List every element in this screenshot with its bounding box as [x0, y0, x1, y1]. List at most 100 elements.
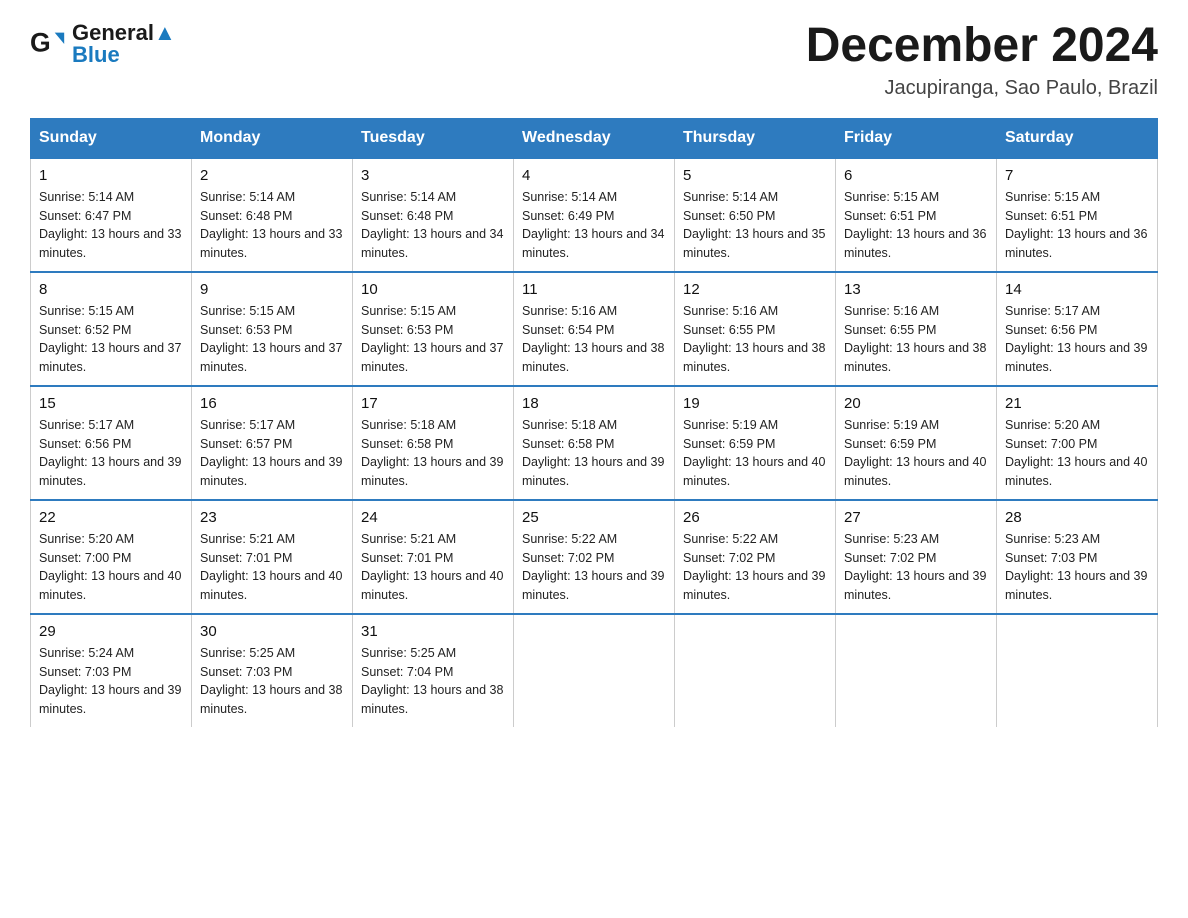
- day-number: 1: [39, 167, 183, 184]
- day-info: Sunrise: 5:15 AMSunset: 6:53 PMDaylight:…: [200, 302, 344, 377]
- calendar-cell: 13 Sunrise: 5:16 AMSunset: 6:55 PMDayligh…: [836, 272, 997, 386]
- day-number: 24: [361, 509, 505, 526]
- day-number: 23: [200, 509, 344, 526]
- calendar-cell: 21 Sunrise: 5:20 AMSunset: 7:00 PMDayligh…: [997, 386, 1158, 500]
- calendar-cell: 31Sunrise: 5:25 AMSunset: 7:04 PMDayligh…: [353, 614, 514, 727]
- logo: G General▲ Blue: [30, 20, 176, 68]
- calendar-cell: 17 Sunrise: 5:18 AMSunset: 6:58 PMDayligh…: [353, 386, 514, 500]
- calendar-week-5: 29 Sunrise: 5:24 AMSunset: 7:03 PMDayligh…: [31, 614, 1158, 727]
- calendar-week-1: 1 Sunrise: 5:14 AMSunset: 6:47 PMDaylight…: [31, 158, 1158, 272]
- day-info: Sunrise: 5:14 AMSunset: 6:48 PMDaylight:…: [200, 188, 344, 263]
- day-info: Sunrise: 5:15 AMSunset: 6:52 PMDaylight:…: [39, 302, 183, 377]
- day-number: 6: [844, 167, 988, 184]
- day-number: 8: [39, 281, 183, 298]
- calendar-cell: 7 Sunrise: 5:15 AMSunset: 6:51 PMDaylight…: [997, 158, 1158, 272]
- day-number: 2: [200, 167, 344, 184]
- day-info: Sunrise: 5:15 AMSunset: 6:51 PMDaylight:…: [844, 188, 988, 263]
- col-header-thursday: Thursday: [675, 118, 836, 158]
- day-info: Sunrise: 5:18 AMSunset: 6:58 PMDaylight:…: [361, 416, 505, 491]
- calendar-table: SundayMondayTuesdayWednesdayThursdayFrid…: [30, 118, 1158, 727]
- col-header-friday: Friday: [836, 118, 997, 158]
- calendar-week-4: 22 Sunrise: 5:20 AMSunset: 7:00 PMDayligh…: [31, 500, 1158, 614]
- day-info: Sunrise: 5:14 AMSunset: 6:48 PMDaylight:…: [361, 188, 505, 263]
- day-number: 10: [361, 281, 505, 298]
- calendar-cell: 5Sunrise: 5:14 AMSunset: 6:50 PMDaylight…: [675, 158, 836, 272]
- day-number: 26: [683, 509, 827, 526]
- day-number: 22: [39, 509, 183, 526]
- day-number: 19: [683, 395, 827, 412]
- day-number: 13: [844, 281, 988, 298]
- day-info: Sunrise: 5:20 AMSunset: 7:00 PMDaylight:…: [1005, 416, 1149, 491]
- col-header-sunday: Sunday: [31, 118, 192, 158]
- day-info: Sunrise: 5:16 AMSunset: 6:54 PMDaylight:…: [522, 302, 666, 377]
- calendar-cell: 3Sunrise: 5:14 AMSunset: 6:48 PMDaylight…: [353, 158, 514, 272]
- calendar-cell: 12 Sunrise: 5:16 AMSunset: 6:55 PMDayligh…: [675, 272, 836, 386]
- calendar-cell: 9 Sunrise: 5:15 AMSunset: 6:53 PMDaylight…: [192, 272, 353, 386]
- day-number: 12: [683, 281, 827, 298]
- day-info: Sunrise: 5:16 AMSunset: 6:55 PMDaylight:…: [683, 302, 827, 377]
- calendar-cell: 28Sunrise: 5:23 AMSunset: 7:03 PMDayligh…: [997, 500, 1158, 614]
- calendar-cell: 2 Sunrise: 5:14 AMSunset: 6:48 PMDaylight…: [192, 158, 353, 272]
- calendar-week-2: 8 Sunrise: 5:15 AMSunset: 6:52 PMDaylight…: [31, 272, 1158, 386]
- calendar-cell: [997, 614, 1158, 727]
- svg-text:G: G: [30, 28, 51, 58]
- calendar-cell: 1 Sunrise: 5:14 AMSunset: 6:47 PMDaylight…: [31, 158, 192, 272]
- calendar-cell: [836, 614, 997, 727]
- calendar-cell: 18 Sunrise: 5:18 AMSunset: 6:58 PMDayligh…: [514, 386, 675, 500]
- day-number: 31: [361, 623, 505, 640]
- day-number: 15: [39, 395, 183, 412]
- day-info: Sunrise: 5:16 AMSunset: 6:55 PMDaylight:…: [844, 302, 988, 377]
- calendar-cell: 19 Sunrise: 5:19 AMSunset: 6:59 PMDayligh…: [675, 386, 836, 500]
- month-title: December 2024: [806, 20, 1158, 73]
- col-header-tuesday: Tuesday: [353, 118, 514, 158]
- day-info: Sunrise: 5:23 AMSunset: 7:02 PMDaylight:…: [844, 530, 988, 605]
- calendar-cell: 11Sunrise: 5:16 AMSunset: 6:54 PMDayligh…: [514, 272, 675, 386]
- page-header: G General▲ Blue December 2024 Jacupirang…: [30, 20, 1158, 100]
- day-info: Sunrise: 5:21 AMSunset: 7:01 PMDaylight:…: [200, 530, 344, 605]
- day-number: 30: [200, 623, 344, 640]
- day-info: Sunrise: 5:15 AMSunset: 6:53 PMDaylight:…: [361, 302, 505, 377]
- day-info: Sunrise: 5:22 AMSunset: 7:02 PMDaylight:…: [683, 530, 827, 605]
- col-header-wednesday: Wednesday: [514, 118, 675, 158]
- day-info: Sunrise: 5:18 AMSunset: 6:58 PMDaylight:…: [522, 416, 666, 491]
- day-number: 9: [200, 281, 344, 298]
- calendar-cell: 26 Sunrise: 5:22 AMSunset: 7:02 PMDayligh…: [675, 500, 836, 614]
- calendar-cell: [675, 614, 836, 727]
- calendar-cell: 30 Sunrise: 5:25 AMSunset: 7:03 PMDayligh…: [192, 614, 353, 727]
- day-info: Sunrise: 5:14 AMSunset: 6:47 PMDaylight:…: [39, 188, 183, 263]
- calendar-cell: 15Sunrise: 5:17 AMSunset: 6:56 PMDayligh…: [31, 386, 192, 500]
- day-info: Sunrise: 5:20 AMSunset: 7:00 PMDaylight:…: [39, 530, 183, 605]
- day-info: Sunrise: 5:14 AMSunset: 6:50 PMDaylight:…: [683, 188, 827, 263]
- day-info: Sunrise: 5:25 AMSunset: 7:03 PMDaylight:…: [200, 644, 344, 719]
- title-area: December 2024 Jacupiranga, Sao Paulo, Br…: [806, 20, 1158, 100]
- day-number: 29: [39, 623, 183, 640]
- day-number: 4: [522, 167, 666, 184]
- day-number: 20: [844, 395, 988, 412]
- day-number: 17: [361, 395, 505, 412]
- day-number: 27: [844, 509, 988, 526]
- day-number: 18: [522, 395, 666, 412]
- day-number: 7: [1005, 167, 1149, 184]
- calendar-cell: 23 Sunrise: 5:21 AMSunset: 7:01 PMDayligh…: [192, 500, 353, 614]
- day-info: Sunrise: 5:24 AMSunset: 7:03 PMDaylight:…: [39, 644, 183, 719]
- day-info: Sunrise: 5:22 AMSunset: 7:02 PMDaylight:…: [522, 530, 666, 605]
- calendar-cell: 29 Sunrise: 5:24 AMSunset: 7:03 PMDayligh…: [31, 614, 192, 727]
- calendar-cell: 24Sunrise: 5:21 AMSunset: 7:01 PMDayligh…: [353, 500, 514, 614]
- day-number: 21: [1005, 395, 1149, 412]
- calendar-cell: 20Sunrise: 5:19 AMSunset: 6:59 PMDayligh…: [836, 386, 997, 500]
- calendar-week-3: 15Sunrise: 5:17 AMSunset: 6:56 PMDayligh…: [31, 386, 1158, 500]
- logo-blue-accent: ▲: [154, 20, 176, 45]
- day-info: Sunrise: 5:15 AMSunset: 6:51 PMDaylight:…: [1005, 188, 1149, 263]
- calendar-cell: 14Sunrise: 5:17 AMSunset: 6:56 PMDayligh…: [997, 272, 1158, 386]
- calendar-cell: 10 Sunrise: 5:15 AMSunset: 6:53 PMDayligh…: [353, 272, 514, 386]
- calendar-cell: 27 Sunrise: 5:23 AMSunset: 7:02 PMDayligh…: [836, 500, 997, 614]
- location-title: Jacupiranga, Sao Paulo, Brazil: [806, 77, 1158, 100]
- col-header-monday: Monday: [192, 118, 353, 158]
- calendar-cell: 8 Sunrise: 5:15 AMSunset: 6:52 PMDaylight…: [31, 272, 192, 386]
- day-info: Sunrise: 5:14 AMSunset: 6:49 PMDaylight:…: [522, 188, 666, 263]
- calendar-cell: 16Sunrise: 5:17 AMSunset: 6:57 PMDayligh…: [192, 386, 353, 500]
- calendar-cell: 25Sunrise: 5:22 AMSunset: 7:02 PMDayligh…: [514, 500, 675, 614]
- day-info: Sunrise: 5:17 AMSunset: 6:56 PMDaylight:…: [1005, 302, 1149, 377]
- calendar-header: SundayMondayTuesdayWednesdayThursdayFrid…: [31, 118, 1158, 158]
- day-info: Sunrise: 5:19 AMSunset: 6:59 PMDaylight:…: [683, 416, 827, 491]
